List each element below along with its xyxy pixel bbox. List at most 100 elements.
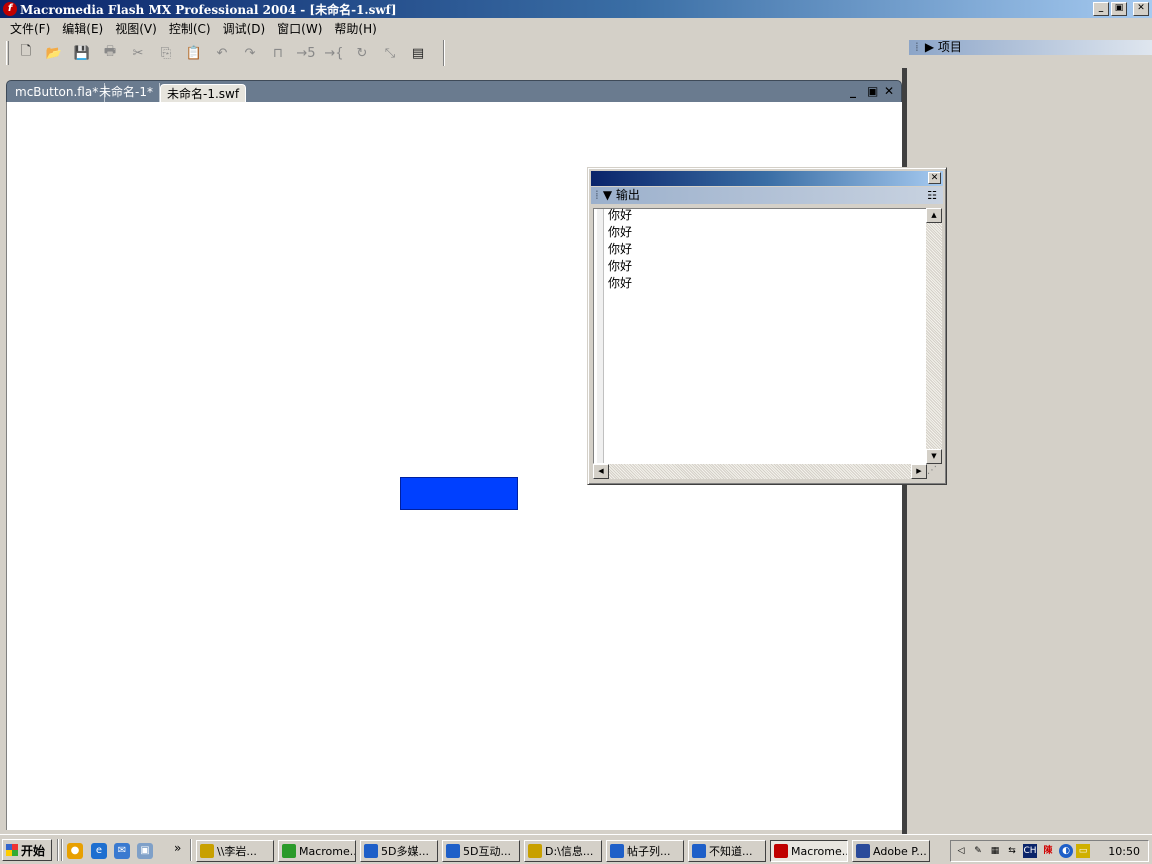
paste-icon[interactable]: 📋 xyxy=(183,42,205,64)
output-line: 你好 xyxy=(608,276,633,290)
task-label: 不知道... xyxy=(709,845,753,858)
collapse-arrow-icon: ▼ xyxy=(602,188,616,202)
task-icon xyxy=(446,844,460,858)
output-close-button[interactable]: ✕ xyxy=(928,172,941,184)
window-title: Macromedia Flash MX Professional 2004 - … xyxy=(20,3,397,17)
monitor-icon[interactable]: ▭ xyxy=(1076,844,1090,858)
cut-icon[interactable]: ✂ xyxy=(127,42,149,64)
task-button[interactable]: 帖子列... xyxy=(606,840,684,862)
quicklaunch-overflow-icon[interactable]: » xyxy=(174,841,181,855)
output-panel-titlebar[interactable]: ✕ xyxy=(591,171,943,186)
task-button[interactable]: Macrome... xyxy=(278,840,356,862)
snap-magnet-icon[interactable]: ⊓ xyxy=(267,42,289,64)
start-button[interactable]: 开始 xyxy=(2,839,52,861)
scroll-left-icon[interactable]: ◀ xyxy=(593,464,609,479)
toolbar-separator xyxy=(443,40,445,66)
output-line: 你好 xyxy=(608,242,633,256)
ie-browser-icon[interactable]: e xyxy=(91,843,107,859)
task-button[interactable]: \\李岩... xyxy=(196,840,274,862)
task-icon xyxy=(528,844,542,858)
output-vertical-scrollbar[interactable]: ▲ ▼ xyxy=(926,208,942,464)
task-button-active[interactable]: Macrome... xyxy=(770,840,848,862)
outlook-icon[interactable]: ✉ xyxy=(114,843,130,859)
copy-icon[interactable]: ⎘ xyxy=(155,42,177,64)
ime-mode-icon[interactable]: 陳 xyxy=(1041,844,1055,858)
task-label: Adobe P... xyxy=(873,844,927,858)
security-icon[interactable]: ◐ xyxy=(1059,844,1073,858)
redo-icon[interactable]: ↷ xyxy=(239,42,261,64)
title-bar: f Macromedia Flash MX Professional 2004 … xyxy=(0,0,1152,18)
scroll-down-icon[interactable]: ▼ xyxy=(926,449,942,464)
panel-grip-icon: ⁞ xyxy=(595,188,599,202)
close-button[interactable]: ✕ xyxy=(1133,2,1149,16)
straighten-icon[interactable]: →{ xyxy=(323,42,345,64)
scroll-up-icon[interactable]: ▲ xyxy=(926,208,942,223)
flash-app-icon[interactable]: f xyxy=(3,2,17,16)
doc-close-button[interactable]: ✕ xyxy=(884,84,894,98)
new-file-icon[interactable]: 🗋 xyxy=(15,42,37,64)
menu-window[interactable]: 窗口(W) xyxy=(271,20,328,37)
output-gutter xyxy=(597,209,604,463)
task-button[interactable]: 5D多媒... xyxy=(360,840,438,862)
menu-debug[interactable]: 调试(D) xyxy=(217,20,272,37)
toolbar-grip[interactable] xyxy=(6,41,9,65)
task-button[interactable]: 不知道... xyxy=(688,840,766,862)
volume-icon[interactable]: ◁ xyxy=(954,844,968,858)
open-folder-icon[interactable]: 📂 xyxy=(43,42,65,64)
smooth-icon[interactable]: →5 xyxy=(295,42,317,64)
print-icon[interactable]: 🖶 xyxy=(99,42,121,64)
network-icon[interactable]: ▦ xyxy=(988,844,1002,858)
task-button[interactable]: 5D互动... xyxy=(442,840,520,862)
doc-restore-button[interactable]: ▣ xyxy=(867,84,878,98)
undo-icon[interactable]: ↶ xyxy=(211,42,233,64)
align-icon[interactable]: ▤ xyxy=(407,42,429,64)
task-icon xyxy=(856,844,870,858)
task-button[interactable]: Adobe P... xyxy=(852,840,930,862)
start-label: 开始 xyxy=(21,843,46,858)
media-player-icon[interactable]: ● xyxy=(67,843,83,859)
menu-view[interactable]: 视图(V) xyxy=(109,20,163,37)
output-panel-title: 输出 xyxy=(615,188,640,202)
pen-icon[interactable]: ✎ xyxy=(971,844,985,858)
menu-bar: 文件(F) 编辑(E) 视图(V) 控制(C) 调试(D) 窗口(W) 帮助(H… xyxy=(0,18,905,38)
usb-icon[interactable]: ⇆ xyxy=(1005,844,1019,858)
output-panel-header[interactable]: ⁞ ▼ 输出 ☷ xyxy=(591,187,943,204)
task-icon xyxy=(364,844,378,858)
menu-file[interactable]: 文件(F) xyxy=(4,20,56,37)
project-panel-header[interactable]: ⁞ ▶ 项目 xyxy=(909,40,1152,55)
show-desktop-icon[interactable]: ▣ xyxy=(137,843,153,859)
panel-options-icon[interactable]: ☷ xyxy=(927,187,937,204)
document-tab-strip: mcButton.fla* 未命名-1* 未命名-1.swf _ ▣ ✕ xyxy=(6,80,902,103)
output-horizontal-scrollbar[interactable]: ◀ ▶ xyxy=(593,464,927,479)
minimize-button[interactable]: _ xyxy=(1093,2,1109,16)
output-panel: ✕ ⁞ ▼ 输出 ☷ 你好 你好 你好 你好 你好 ▲ ▼ ◀ ▶ ⋰ xyxy=(587,167,947,485)
tab-mcbutton-fla[interactable]: mcButton.fla* xyxy=(9,83,106,102)
windows-taskbar: 开始 ● e ✉ ▣ » \\李岩... Macrome... 5D多媒... … xyxy=(0,834,1152,864)
rotate-icon[interactable]: ↻ xyxy=(351,42,373,64)
task-icon xyxy=(774,844,788,858)
tab-untitled-1-swf[interactable]: 未命名-1.swf xyxy=(160,84,247,103)
task-label: D:\信息... xyxy=(545,845,594,858)
scale-icon[interactable]: ⤡ xyxy=(379,42,401,64)
blue-rectangle-button[interactable] xyxy=(400,477,518,510)
menu-control[interactable]: 控制(C) xyxy=(163,20,217,37)
menu-help[interactable]: 帮助(H) xyxy=(328,20,382,37)
clock: 10:50 xyxy=(1108,845,1140,858)
resize-grip-icon[interactable]: ⋰ xyxy=(927,465,941,479)
task-icon xyxy=(610,844,624,858)
system-tray: ◁ ✎ ▦ ⇆ CH 陳 ◐ ▭ 10:50 xyxy=(950,840,1149,862)
save-icon[interactable]: 💾 xyxy=(71,42,93,64)
task-icon xyxy=(282,844,296,858)
task-button[interactable]: D:\信息... xyxy=(524,840,602,862)
task-label: Macrome... xyxy=(299,844,356,858)
expand-arrow-icon: ▶ xyxy=(924,40,938,54)
menu-edit[interactable]: 编辑(E) xyxy=(56,20,109,37)
scroll-right-icon[interactable]: ▶ xyxy=(911,464,927,479)
ime-indicator[interactable]: CH xyxy=(1023,844,1037,858)
doc-minimize-button[interactable]: _ xyxy=(850,84,856,98)
task-label: \\李岩... xyxy=(217,845,257,858)
restore-button[interactable]: ▣ xyxy=(1111,2,1127,16)
output-text-area[interactable]: 你好 你好 你好 你好 你好 xyxy=(593,208,927,464)
output-line: 你好 xyxy=(608,259,633,273)
tab-untitled-1[interactable]: 未命名-1* xyxy=(93,83,160,102)
